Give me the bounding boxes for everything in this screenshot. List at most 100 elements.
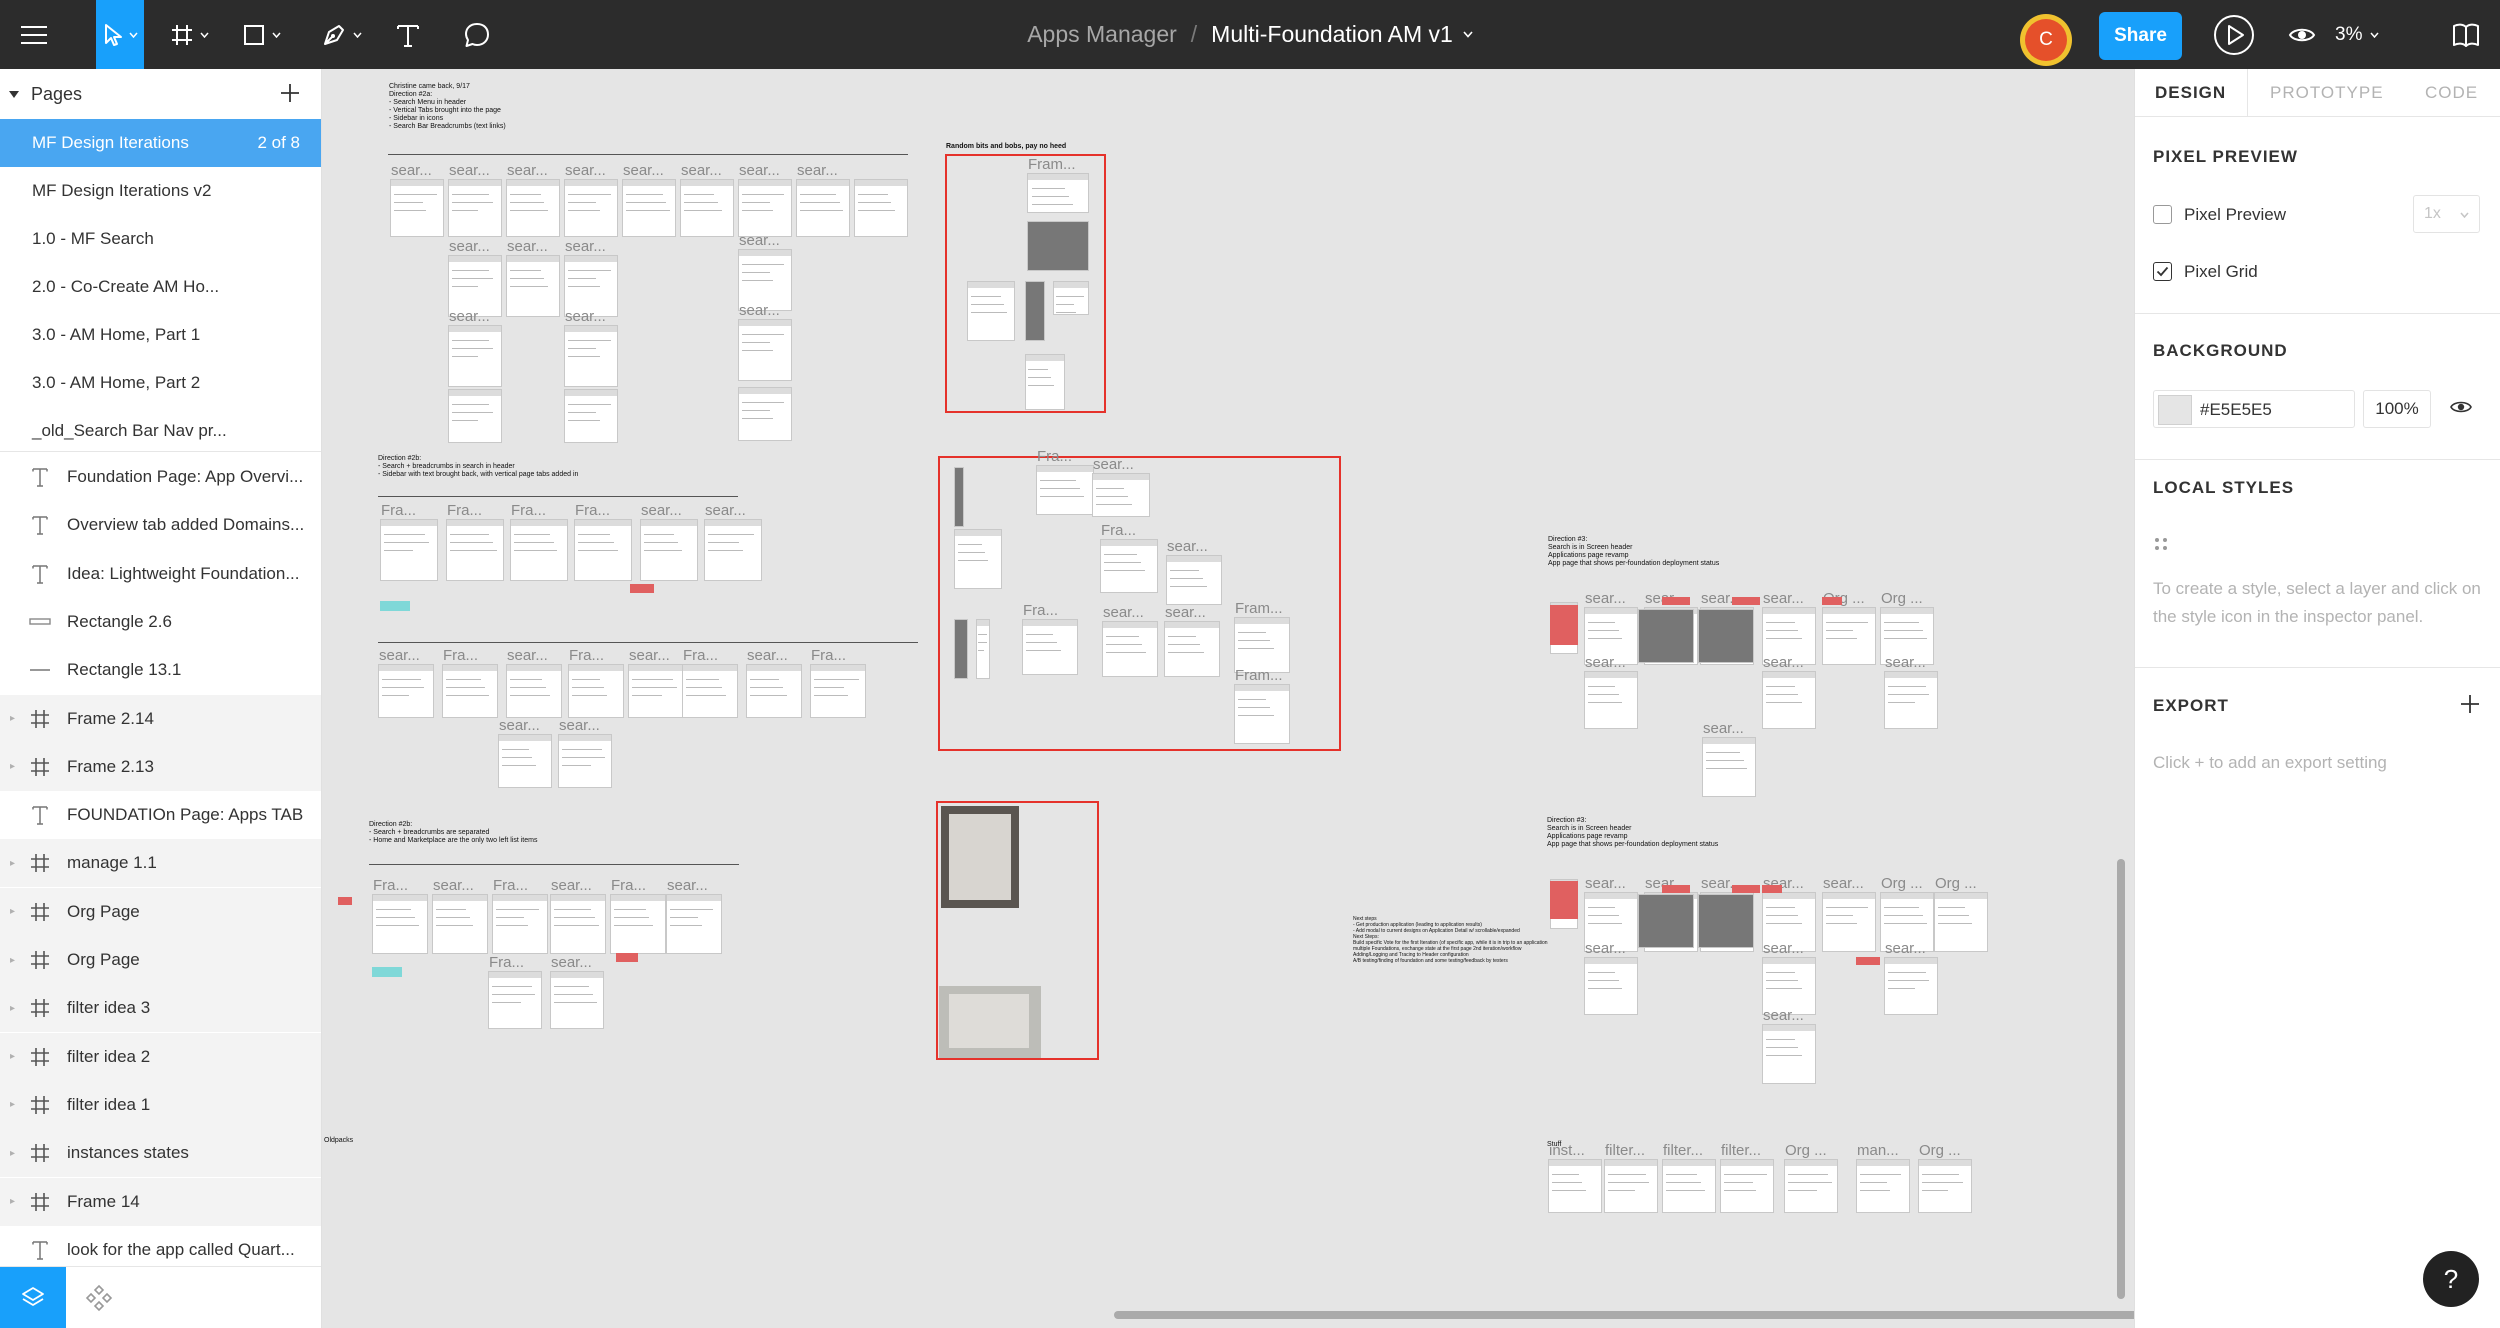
avatar[interactable]: C bbox=[2020, 14, 2072, 66]
note-random-bits[interactable]: Random bits and bobs, pay no heed bbox=[946, 143, 1066, 151]
frame-label[interactable]: sear... bbox=[1763, 591, 1804, 606]
expand-arrow-icon[interactable]: ▸ bbox=[10, 906, 15, 917]
layer-row[interactable]: ▸ manage 1.1 bbox=[0, 839, 321, 888]
frame-label[interactable]: Org ... bbox=[1881, 876, 1923, 891]
canvas-frame[interactable] bbox=[1698, 609, 1754, 663]
expand-arrow-icon[interactable]: ▸ bbox=[10, 1099, 15, 1110]
frame-label[interactable]: sear... bbox=[1103, 605, 1144, 620]
canvas-frame[interactable] bbox=[628, 664, 684, 718]
page-item-am-home-1[interactable]: 3.0 - AM Home, Part 1 bbox=[0, 311, 321, 359]
frame-label[interactable]: Fra... bbox=[1037, 449, 1072, 464]
frame-label[interactable]: Fra... bbox=[1023, 603, 1058, 618]
canvas-frame[interactable] bbox=[448, 389, 502, 443]
canvas-frame[interactable] bbox=[640, 519, 698, 581]
frame-label[interactable]: sear... bbox=[641, 503, 682, 518]
canvas-frame[interactable] bbox=[954, 619, 968, 679]
canvas-frame[interactable] bbox=[506, 664, 562, 718]
frame-label[interactable]: Fram... bbox=[1235, 601, 1283, 616]
note-direction-3b[interactable]: Direction #3: Search is in Screen header… bbox=[1547, 817, 1718, 849]
canvas-frame[interactable] bbox=[448, 179, 502, 237]
background-swatch[interactable] bbox=[2158, 395, 2192, 425]
frame-label[interactable]: sear... bbox=[1763, 1008, 1804, 1023]
frame-label[interactable]: sear... bbox=[551, 955, 592, 970]
canvas-frame[interactable] bbox=[1166, 555, 1222, 605]
canvas-frame[interactable] bbox=[442, 664, 498, 718]
canvas-frame[interactable] bbox=[1884, 671, 1938, 729]
components-tab[interactable] bbox=[66, 1267, 132, 1328]
pixel-preview-checkbox[interactable] bbox=[2153, 205, 2172, 224]
note-oldpacks[interactable]: Oldpacks bbox=[324, 1137, 353, 1145]
canvas-frame[interactable] bbox=[390, 179, 444, 237]
note-direction-2a[interactable]: Christine came back, 9/17 Direction #2a:… bbox=[389, 83, 506, 131]
add-page-icon[interactable] bbox=[280, 83, 300, 103]
layer-row[interactable]: Overview tab added Domains... bbox=[0, 501, 321, 550]
canvas-frame[interactable] bbox=[446, 519, 504, 581]
canvas-frame[interactable] bbox=[738, 319, 792, 381]
frame-label[interactable]: sear... bbox=[449, 309, 490, 324]
frame-label[interactable]: Fram... bbox=[1235, 668, 1283, 683]
layer-row[interactable]: ▸ Org Page bbox=[0, 936, 321, 984]
canvas-frame[interactable] bbox=[854, 179, 908, 237]
frame-label[interactable]: sear... bbox=[433, 878, 474, 893]
frame-label[interactable]: sear... bbox=[681, 163, 722, 178]
pages-header[interactable]: Pages bbox=[0, 69, 321, 119]
frame-label[interactable]: sear... bbox=[1585, 591, 1626, 606]
frame-label[interactable]: Fra... bbox=[1101, 523, 1136, 538]
expand-arrow-icon[interactable]: ▸ bbox=[10, 761, 15, 772]
frame-label[interactable]: filter... bbox=[1721, 1143, 1761, 1158]
expand-arrow-icon[interactable]: ▸ bbox=[10, 955, 15, 966]
frame-label[interactable]: sear... bbox=[747, 648, 788, 663]
file-menu-chevron-icon[interactable] bbox=[1463, 31, 1473, 38]
canvas-frame[interactable] bbox=[1918, 1159, 1972, 1213]
canvas-frame[interactable] bbox=[738, 179, 792, 237]
canvas-frame[interactable] bbox=[574, 519, 632, 581]
expand-arrow-icon[interactable]: ▸ bbox=[10, 1196, 15, 1207]
frame-label[interactable]: sear... bbox=[705, 503, 746, 518]
layer-row[interactable]: Rectangle 13.1 bbox=[0, 646, 321, 695]
canvas-frame[interactable] bbox=[610, 894, 666, 954]
background-color-field[interactable]: #E5E5E5 bbox=[2153, 390, 2355, 428]
frame-label[interactable]: Fram... bbox=[1028, 157, 1076, 172]
canvas-frame[interactable] bbox=[1234, 617, 1290, 673]
frame-label[interactable]: sear... bbox=[449, 239, 490, 254]
canvas-frame[interactable] bbox=[1548, 1159, 1602, 1213]
frame-label[interactable]: sear... bbox=[565, 309, 606, 324]
frame-label[interactable]: sear... bbox=[1763, 941, 1804, 956]
canvas-frame[interactable] bbox=[1027, 221, 1089, 271]
layer-row[interactable]: Rectangle 2.6 bbox=[0, 597, 321, 646]
frame-label[interactable]: sear... bbox=[507, 648, 548, 663]
layer-row[interactable]: Idea: Lightweight Foundation... bbox=[0, 549, 321, 598]
canvas-frame[interactable] bbox=[564, 325, 618, 387]
canvas-frame[interactable] bbox=[1584, 671, 1638, 729]
frame-label[interactable]: Fra... bbox=[493, 878, 528, 893]
project-name[interactable]: Apps Manager bbox=[1027, 21, 1177, 48]
visibility-eye-icon[interactable] bbox=[2449, 398, 2473, 416]
frame-label[interactable]: Fra... bbox=[443, 648, 478, 663]
layer-row[interactable]: ▸ filter idea 1 bbox=[0, 1080, 321, 1129]
note-direction-2b[interactable]: Direction #2b: - Search + breadcrumbs in… bbox=[378, 455, 578, 479]
canvas-frame[interactable] bbox=[488, 971, 542, 1029]
frame-label[interactable]: filter... bbox=[1663, 1143, 1703, 1158]
frame-label[interactable]: Fra... bbox=[611, 878, 646, 893]
canvas-frame[interactable] bbox=[1100, 539, 1158, 593]
canvas-frame[interactable] bbox=[568, 664, 624, 718]
comment-tool-button[interactable] bbox=[455, 0, 499, 69]
frame-label[interactable]: sear... bbox=[1763, 655, 1804, 670]
frame-label[interactable]: sear... bbox=[1165, 605, 1206, 620]
canvas-frame[interactable] bbox=[380, 519, 438, 581]
frame-label[interactable]: sear... bbox=[391, 163, 432, 178]
canvas-frame[interactable] bbox=[432, 894, 488, 954]
frame-label[interactable]: sear... bbox=[379, 648, 420, 663]
frame-label[interactable]: filter... bbox=[1605, 1143, 1645, 1158]
note-next-steps[interactable]: Next steps - Get production application … bbox=[1353, 916, 1548, 964]
page-item-mf-design-iterations[interactable]: MF Design Iterations 2 of 8 bbox=[0, 119, 321, 167]
design-canvas[interactable]: Christine came back, 9/17 Direction #2a:… bbox=[322, 69, 2134, 1328]
frame-label[interactable]: sear... bbox=[499, 718, 540, 733]
canvas-frame[interactable] bbox=[1638, 894, 1694, 948]
canvas-frame[interactable] bbox=[810, 664, 866, 718]
frame-label[interactable]: Fra... bbox=[811, 648, 846, 663]
frame-tool-button[interactable] bbox=[164, 0, 214, 69]
frame-label[interactable]: sear... bbox=[507, 239, 548, 254]
canvas-frame[interactable] bbox=[1604, 1159, 1658, 1213]
expand-arrow-icon[interactable]: ▸ bbox=[10, 1148, 15, 1159]
